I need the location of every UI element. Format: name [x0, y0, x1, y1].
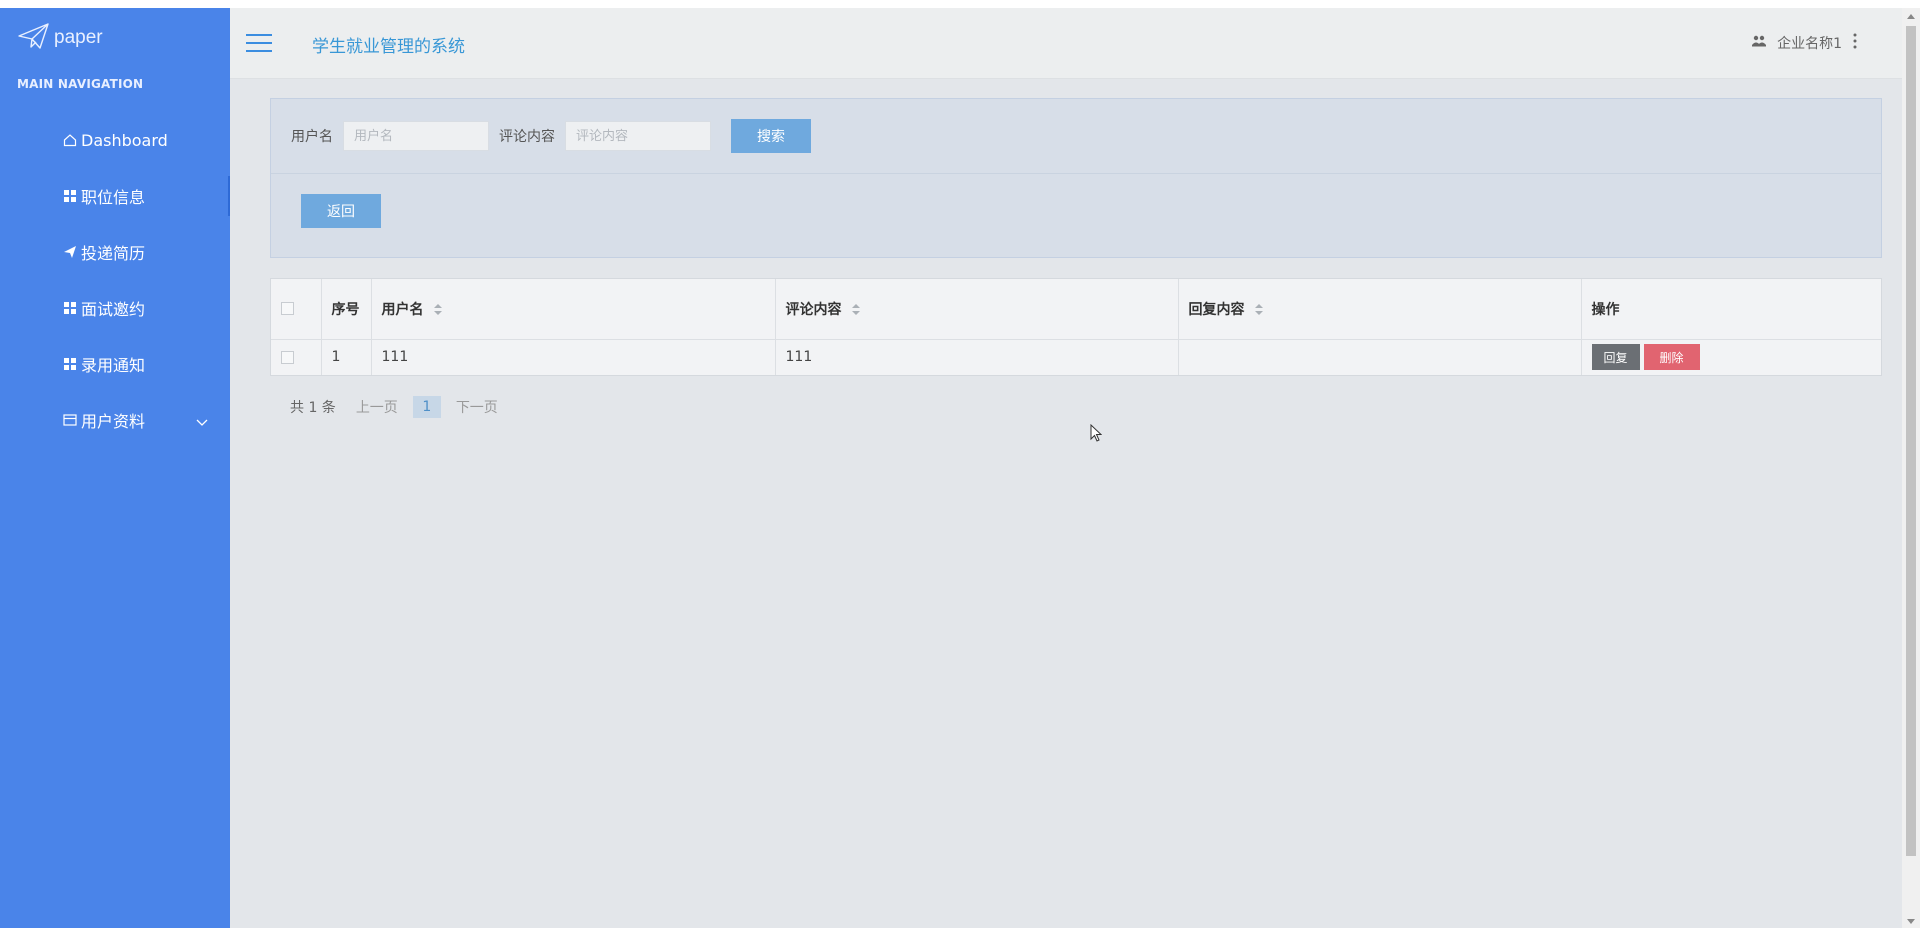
chevron-down-icon — [196, 413, 208, 426]
sidebar-item-label: 用户资料 — [81, 412, 146, 431]
column-header-actions: 操作 — [1581, 279, 1881, 340]
grid-icon — [63, 357, 77, 371]
search-row: 用户名 评论内容 搜索 — [291, 119, 811, 153]
header-user-area: 企业名称1 — [1751, 32, 1858, 54]
home-icon — [63, 133, 77, 147]
logo[interactable]: paper — [18, 22, 103, 54]
scroll-down-icon[interactable] — [1907, 919, 1915, 924]
search-panel: 用户名 评论内容 搜索 返回 — [270, 98, 1882, 258]
card-icon — [63, 413, 77, 427]
sidebar-item-resume[interactable]: 投递简历 — [0, 224, 230, 280]
next-page-button[interactable]: 下一页 — [456, 397, 498, 417]
reply-button[interactable]: 回复 — [1591, 344, 1640, 371]
app-title: 学生就业管理的系统 — [312, 37, 465, 57]
sidebar-item-label: 投递简历 — [81, 244, 146, 263]
panel-divider — [271, 173, 1881, 174]
main-navigation: Dashboard 职位信息 投递简历 面试邀约 录用通知 用户资料 — [0, 112, 230, 448]
grid-icon — [63, 189, 77, 203]
table-header-row: 序号 用户名 评论内容 回复内容 操作 — [271, 279, 1881, 340]
sidebar-item-label: 面试邀约 — [81, 300, 146, 319]
sidebar-item-label: 录用通知 — [81, 356, 146, 375]
page-scrollbar[interactable] — [1902, 8, 1920, 928]
sort-icon[interactable] — [434, 304, 443, 316]
back-button[interactable]: 返回 — [301, 194, 381, 228]
menu-toggle-icon[interactable] — [246, 34, 272, 52]
sort-icon[interactable] — [1255, 304, 1264, 316]
cell-actions: 回复 删除 — [1581, 339, 1881, 375]
sidebar-item-label: 职位信息 — [81, 188, 146, 207]
sidebar-item-interview[interactable]: 面试邀约 — [0, 280, 230, 336]
nav-heading: MAIN NAVIGATION — [17, 77, 144, 91]
page-number-button[interactable]: 1 — [412, 396, 441, 418]
user-group-icon[interactable] — [1751, 33, 1767, 53]
select-all-checkbox[interactable] — [281, 302, 294, 316]
grid-icon — [63, 301, 77, 315]
cell-reply — [1178, 339, 1582, 375]
pagination-total: 共 1 条 — [290, 400, 336, 416]
pagination: 共 1 条 上一页 1 下一页 — [290, 396, 498, 418]
sidebar-item-label: Dashboard — [81, 130, 168, 150]
username-input[interactable] — [343, 121, 489, 151]
prev-page-button[interactable]: 上一页 — [356, 397, 398, 417]
more-vertical-icon[interactable] — [1852, 32, 1858, 54]
cell-index: 1 — [321, 339, 372, 375]
scroll-up-icon[interactable] — [1907, 14, 1915, 19]
paper-plane-icon — [18, 22, 50, 54]
comments-table: 序号 用户名 评论内容 回复内容 操作 1 111 111 回复 删除 — [270, 278, 1882, 376]
sidebar-item-profile[interactable]: 用户资料 — [0, 392, 230, 448]
comment-label: 评论内容 — [499, 129, 555, 145]
table-row: 1 111 111 回复 删除 — [271, 339, 1881, 375]
column-header-username[interactable]: 用户名 — [371, 279, 776, 340]
delete-button[interactable]: 删除 — [1643, 344, 1700, 371]
row-checkbox[interactable] — [281, 350, 294, 364]
sidebar-item-dashboard[interactable]: Dashboard — [0, 112, 230, 168]
send-icon — [63, 245, 77, 259]
top-header: 学生就业管理的系统 企业名称1 — [230, 8, 1902, 79]
column-header-reply[interactable]: 回复内容 — [1178, 279, 1582, 340]
comment-input[interactable] — [565, 121, 711, 151]
scroll-thumb[interactable] — [1906, 26, 1916, 856]
user-name[interactable]: 企业名称1 — [1777, 33, 1842, 53]
sort-icon[interactable] — [852, 304, 861, 316]
search-button[interactable]: 搜索 — [731, 119, 811, 153]
cell-comment: 111 — [775, 339, 1179, 375]
logo-text: paper — [54, 27, 103, 48]
mouse-pointer-icon — [1090, 424, 1102, 442]
cell-username: 111 — [371, 339, 776, 375]
column-header-comment[interactable]: 评论内容 — [775, 279, 1179, 340]
sidebar: paper MAIN NAVIGATION Dashboard 职位信息 投递简… — [0, 8, 230, 928]
sidebar-item-jobs[interactable]: 职位信息 — [0, 168, 230, 224]
column-header-index: 序号 — [321, 279, 372, 340]
sidebar-item-offer[interactable]: 录用通知 — [0, 336, 230, 392]
username-label: 用户名 — [291, 129, 333, 145]
